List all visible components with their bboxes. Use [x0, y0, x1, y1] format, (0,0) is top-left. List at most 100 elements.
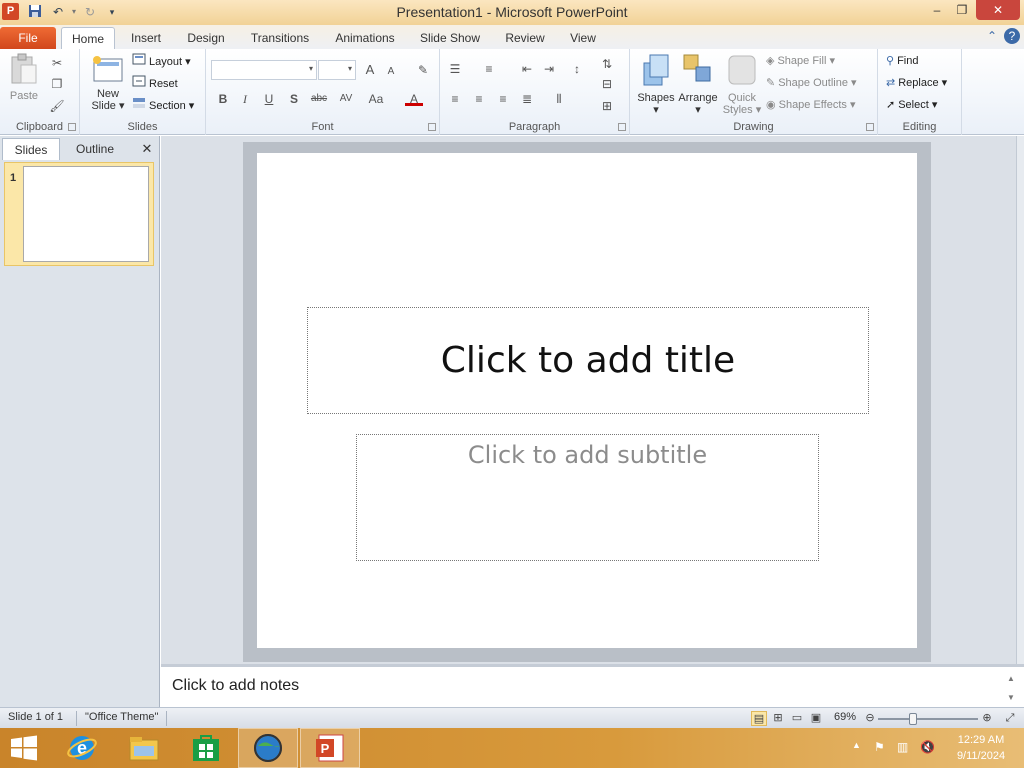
italic-button[interactable]: I: [236, 90, 254, 108]
font-size-box[interactable]: ▾: [318, 60, 356, 80]
slide-canvas[interactable]: Click to add title Click to add subtitle: [257, 153, 917, 648]
shape-outline-button[interactable]: ✎ Shape Outline ▾: [766, 74, 857, 92]
slide-thumbnail[interactable]: [23, 166, 149, 262]
clear-formatting-icon[interactable]: ✎: [414, 61, 432, 79]
theme-name[interactable]: "Office Theme": [85, 711, 158, 723]
columns-icon[interactable]: ⫴: [550, 90, 568, 108]
taskbar-file-explorer[interactable]: [114, 728, 174, 768]
notes-pane[interactable]: Click to add notes ▲ ▼: [161, 664, 1024, 707]
normal-view-icon[interactable]: ▤: [751, 711, 767, 726]
new-slide-button[interactable]: New Slide ▾: [86, 55, 130, 112]
tab-home[interactable]: Home: [61, 27, 115, 49]
quick-styles-button[interactable]: Quick Styles ▾: [722, 53, 762, 116]
paragraph-launcher-icon[interactable]: [618, 123, 626, 131]
taskbar-store[interactable]: [176, 728, 236, 768]
convert-to-smartart-icon[interactable]: ⊞: [598, 97, 616, 115]
show-hidden-icons[interactable]: ▲: [852, 740, 861, 750]
numbering-icon[interactable]: ≡: [480, 60, 498, 78]
bullets-icon[interactable]: ☰: [446, 60, 464, 78]
scroll-up-icon[interactable]: ▲: [1004, 669, 1018, 688]
bold-button[interactable]: B: [214, 90, 232, 108]
text-direction-icon[interactable]: ⇅: [598, 55, 616, 73]
network-icon[interactable]: ▥: [897, 740, 908, 754]
tab-insert[interactable]: Insert: [122, 27, 170, 49]
change-case-button[interactable]: Aa: [364, 90, 388, 108]
align-text-icon[interactable]: ⊟: [598, 75, 616, 93]
paste-button[interactable]: Paste: [4, 53, 44, 102]
shape-effects-button[interactable]: ◉ Shape Effects ▾: [766, 96, 855, 114]
volume-muted-icon[interactable]: 🔇: [920, 740, 935, 754]
minimize-button[interactable]: –: [926, 0, 948, 20]
start-button[interactable]: [0, 728, 48, 768]
tab-animations[interactable]: Animations: [327, 27, 403, 49]
subtitle-placeholder[interactable]: Click to add subtitle: [356, 434, 819, 561]
grow-font-icon[interactable]: A: [361, 61, 379, 79]
slide-show-icon[interactable]: ▣: [808, 711, 824, 726]
slide-indicator[interactable]: Slide 1 of 1: [8, 711, 63, 723]
section-button[interactable]: Section ▾: [132, 97, 194, 115]
align-left-icon[interactable]: ≡: [446, 90, 464, 108]
zoom-slider-thumb[interactable]: [909, 713, 917, 725]
tab-design[interactable]: Design: [180, 27, 232, 49]
notes-scrollbar[interactable]: ▲ ▼: [1004, 669, 1018, 707]
zoom-out-icon[interactable]: ⊖: [862, 711, 878, 726]
font-name-box[interactable]: ▾: [211, 60, 317, 80]
shrink-font-icon[interactable]: A: [382, 63, 400, 81]
align-right-icon[interactable]: ≡: [494, 90, 512, 108]
find-button[interactable]: ⚲ Find: [886, 52, 918, 70]
action-center-flag-icon[interactable]: ⚑: [874, 740, 885, 754]
text-shadow-button[interactable]: S: [285, 90, 303, 108]
font-launcher-icon[interactable]: [428, 123, 436, 131]
underline-button[interactable]: U: [260, 90, 278, 108]
notes-placeholder[interactable]: Click to add notes: [172, 677, 299, 695]
tab-slides[interactable]: Slides: [2, 138, 60, 160]
slide-sorter-icon[interactable]: ⊞: [770, 711, 786, 726]
center-icon[interactable]: ≡: [470, 90, 488, 108]
restore-button[interactable]: ❐: [951, 0, 973, 20]
shapes-button[interactable]: Shapes ▾: [634, 53, 678, 116]
close-button[interactable]: ✕: [976, 0, 1020, 20]
decrease-indent-icon[interactable]: ⇤: [518, 60, 536, 78]
shape-fill-button[interactable]: ◈ Shape Fill ▾: [766, 52, 835, 70]
font-color-button[interactable]: A: [405, 90, 423, 106]
tab-view[interactable]: View: [562, 27, 604, 49]
taskbar-internet-explorer[interactable]: e: [52, 728, 112, 768]
zoom-in-icon[interactable]: ⊕: [979, 711, 995, 726]
character-spacing-button[interactable]: AV: [334, 90, 358, 108]
tab-file[interactable]: File: [0, 27, 56, 49]
strikethrough-button[interactable]: abc: [307, 90, 331, 108]
font-group: ▾ ▾ A A ✎ B I U S abc AV Aa A Font: [206, 49, 440, 135]
increase-indent-icon[interactable]: ⇥: [540, 60, 558, 78]
minimize-ribbon-icon[interactable]: ⌃: [984, 28, 1000, 44]
justify-icon[interactable]: ≣: [518, 90, 536, 108]
reading-view-icon[interactable]: ▭: [789, 711, 805, 726]
layout-button[interactable]: Layout ▾: [132, 53, 191, 71]
zoom-level[interactable]: 69%: [834, 711, 856, 723]
clipboard-launcher-icon[interactable]: [68, 123, 76, 131]
zoom-slider[interactable]: [878, 718, 978, 720]
cut-icon[interactable]: ✂: [48, 54, 66, 72]
drawing-launcher-icon[interactable]: [866, 123, 874, 131]
font-name-dropdown-icon[interactable]: ▾: [309, 64, 313, 73]
fit-to-window-icon[interactable]: ⤢: [1002, 711, 1018, 726]
arrange-button[interactable]: Arrange ▾: [676, 53, 720, 116]
help-icon[interactable]: ?: [1004, 28, 1020, 44]
tab-review[interactable]: Review: [498, 27, 552, 49]
close-panel-icon[interactable]: ✕: [138, 140, 156, 158]
system-clock[interactable]: 12:29 AM 9/11/2024: [950, 732, 1012, 764]
tab-outline[interactable]: Outline: [64, 138, 126, 160]
font-size-dropdown-icon[interactable]: ▾: [348, 64, 352, 73]
taskbar-app-globe[interactable]: [238, 728, 298, 768]
tab-slide-show[interactable]: Slide Show: [414, 27, 486, 49]
title-placeholder[interactable]: Click to add title: [307, 307, 869, 414]
taskbar-powerpoint[interactable]: P: [300, 728, 360, 768]
line-spacing-icon[interactable]: ↕: [568, 60, 586, 78]
copy-icon[interactable]: ❐: [48, 75, 66, 93]
select-button[interactable]: ➚ Select ▾: [886, 96, 937, 114]
reset-button[interactable]: Reset: [132, 75, 178, 93]
vertical-scrollbar[interactable]: [1016, 136, 1024, 664]
replace-button[interactable]: ⇄ Replace ▾: [886, 74, 947, 92]
tab-transitions[interactable]: Transitions: [244, 27, 316, 49]
format-painter-icon[interactable]: 🖌: [48, 97, 66, 115]
scroll-down-icon[interactable]: ▼: [1004, 688, 1018, 707]
